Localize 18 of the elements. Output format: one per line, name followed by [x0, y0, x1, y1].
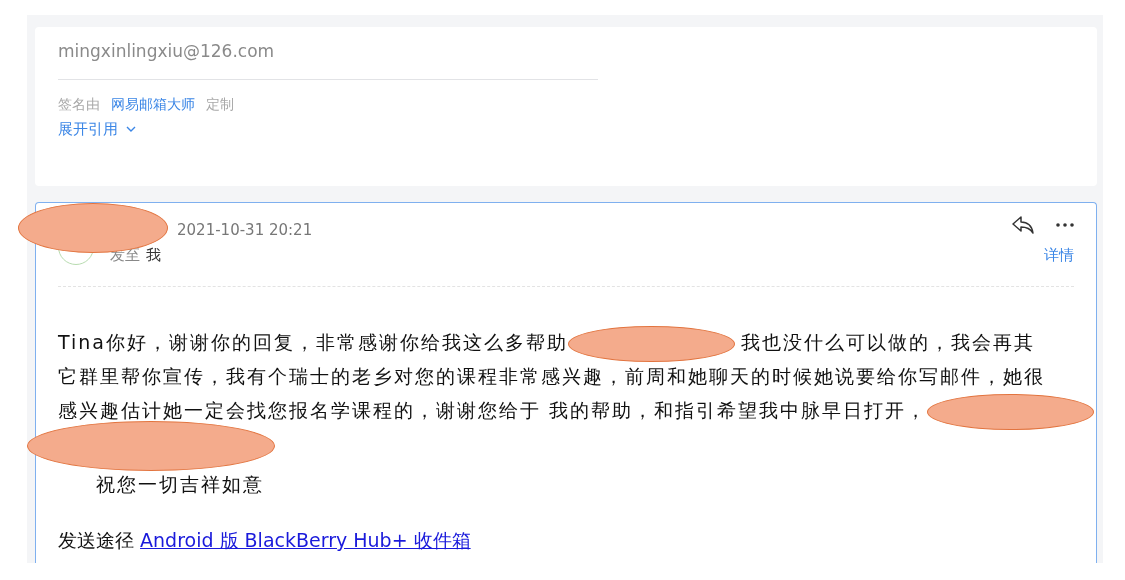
body-text: 它群里帮你宣传，我有个瑞士的老乡对您的课程非常感兴趣，前周和她聊天的时候她说要给你写邮件，她很 [58, 365, 1045, 387]
signature-link[interactable]: 网易邮箱大师 [111, 96, 195, 114]
recipient-name: 我 [146, 246, 161, 265]
body-text: 感兴趣估计她一定会找您报名学课程的，谢谢您给于 我的帮助，和指引希望我中脉早日打开， [58, 399, 928, 421]
signature-label: 签名由 [58, 96, 100, 114]
details-link[interactable]: 详情 [1044, 246, 1074, 265]
expand-quote-button[interactable]: 展开引用 [58, 120, 136, 139]
chevron-down-icon [126, 126, 136, 133]
more-icon[interactable] [1056, 223, 1074, 227]
signature-suffix: 定制 [206, 96, 234, 114]
sender-email: mingxinlingxiu@126.com [58, 41, 276, 63]
closing-text: 祝您一切吉祥如意 [96, 473, 264, 495]
sent-via-label: 发送途径 [58, 529, 134, 551]
body-text: 我也没什么可以做的，我会再其 [741, 331, 1035, 353]
body-text: Tina你好，谢谢你的回复，非常感谢你给我这么多帮助 [58, 331, 568, 353]
sent-via-link[interactable]: Android 版 BlackBerry Hub+ 收件箱 [140, 529, 471, 551]
reply-icon[interactable] [1012, 216, 1034, 234]
message-date: 2021-10-31 20:21 [177, 221, 313, 239]
